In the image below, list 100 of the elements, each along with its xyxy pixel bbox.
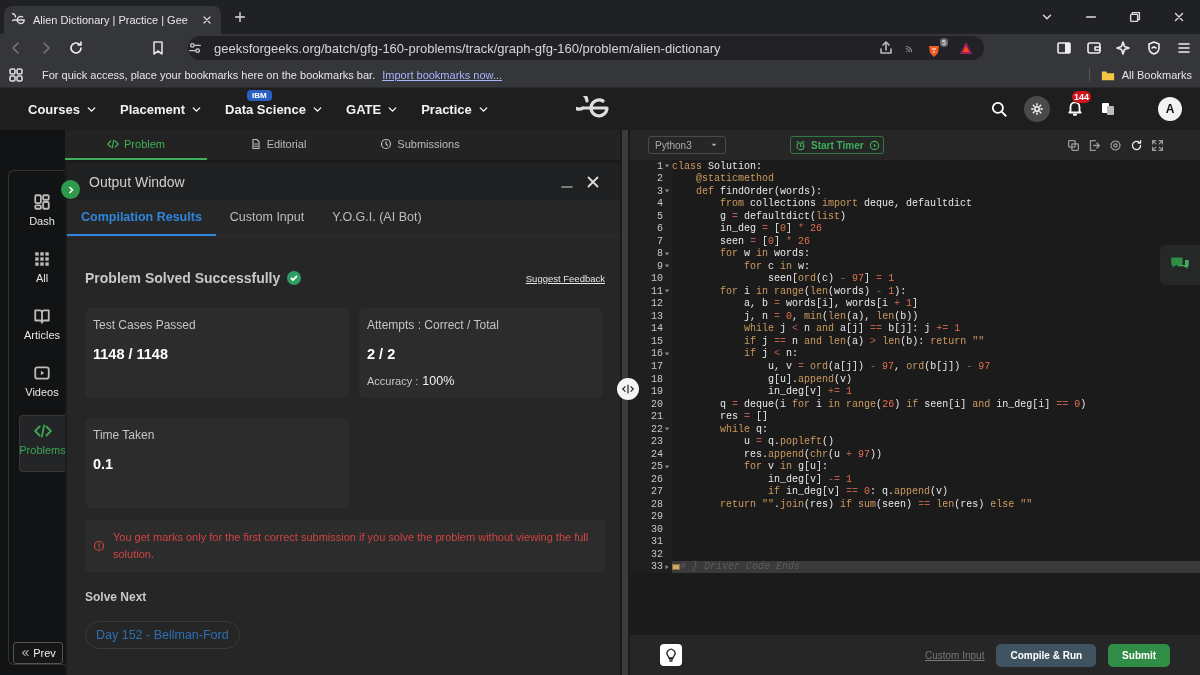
- code-line: if in_deg[v] == 0: q.append(v): [767, 486, 949, 498]
- fold-icon[interactable]: [664, 163, 670, 170]
- fold-marker[interactable]: [672, 563, 680, 570]
- nav-menu[interactable]: GATE: [346, 101, 400, 117]
- line-number: 26: [651, 473, 663, 485]
- line-number: 22: [651, 423, 663, 435]
- vpn-button[interactable]: [1146, 40, 1162, 56]
- code-icon: [107, 138, 119, 150]
- search-button[interactable]: [990, 100, 1008, 118]
- code-line: in_deg[v] += 1: [767, 386, 853, 398]
- copy-icon: [1067, 138, 1080, 152]
- share-icon: [878, 40, 894, 56]
- problem-tab[interactable]: Editorial: [207, 130, 349, 160]
- panel-title: Output Window: [89, 173, 186, 190]
- theme-toggle[interactable]: [1024, 96, 1050, 122]
- import-bookmarks-link[interactable]: Import bookmarks now...: [382, 68, 503, 81]
- restore-button[interactable]: [1128, 10, 1142, 24]
- chat-button[interactable]: [1160, 245, 1200, 285]
- assistant-button[interactable]: [1116, 40, 1132, 56]
- fold-icon[interactable]: [664, 563, 670, 570]
- fold-icon[interactable]: [664, 463, 670, 470]
- notification-count: 144: [1072, 90, 1092, 103]
- language-dropdown[interactable]: Python3: [648, 136, 726, 154]
- sidebar-item[interactable]: Videos: [19, 358, 65, 415]
- apps-icon: [8, 66, 24, 83]
- line-number: 10: [651, 273, 663, 285]
- nav-menu[interactable]: Data Science: [225, 101, 324, 117]
- reset-button[interactable]: [1130, 138, 1143, 152]
- hint-button[interactable]: [660, 644, 682, 666]
- nav-menu[interactable]: Practice: [421, 101, 490, 117]
- line-number: 16: [651, 348, 663, 360]
- wallet-button[interactable]: [1086, 40, 1102, 56]
- menu-button[interactable]: [1176, 40, 1192, 56]
- line-number: 18: [651, 373, 663, 385]
- copy-button[interactable]: [1067, 138, 1080, 152]
- alarm-icon: [795, 139, 806, 151]
- status-message: Problem Solved Successfully: [85, 270, 281, 286]
- sidebar-item[interactable]: All: [19, 244, 65, 301]
- output-tab[interactable]: Custom Input: [215, 200, 319, 236]
- prev-button[interactable]: Prev: [13, 642, 63, 664]
- code-line: from collections import deque, defaultdict: [719, 198, 973, 210]
- code-line: def findOrder(words):: [695, 185, 823, 197]
- line-number: 9: [657, 260, 663, 272]
- stat-label: Attempts : Correct / Total: [367, 318, 500, 332]
- scrollbar[interactable]: [622, 130, 628, 675]
- code-line: for v in g[u]:: [743, 461, 829, 473]
- bookmark-button[interactable]: [150, 40, 166, 56]
- output-tab[interactable]: Compilation Results: [67, 200, 216, 236]
- line-number: 7: [657, 235, 663, 247]
- document-icon: [249, 138, 262, 150]
- section-heading: Solve Next: [85, 590, 148, 604]
- sun-icon: [1030, 102, 1044, 116]
- line-number: 8: [657, 248, 663, 260]
- start-timer-button[interactable]: Start Timer: [790, 136, 884, 154]
- run-button[interactable]: Compile & Run: [996, 643, 1097, 667]
- stat-value: 0.1: [93, 456, 115, 472]
- bookmark-icon: [150, 40, 166, 56]
- dashboard-icon: [33, 193, 51, 211]
- output-tab[interactable]: Y.O.G.I. (AI Bot): [318, 200, 436, 236]
- new-tab-button[interactable]: [232, 10, 247, 24]
- play-icon: [868, 139, 880, 151]
- fold-icon[interactable]: [664, 263, 670, 270]
- code-line: seen = [0] * 26: [719, 235, 811, 247]
- rewards-button[interactable]: [958, 40, 974, 56]
- avatar[interactable]: A: [1158, 97, 1182, 121]
- nav-menu[interactable]: Placement: [120, 101, 204, 117]
- plus-icon: [232, 10, 247, 24]
- sidebar-item[interactable]: Articles: [19, 301, 65, 358]
- reload-button[interactable]: [68, 40, 84, 56]
- fold-icon[interactable]: [664, 288, 670, 295]
- sidebar-item[interactable]: Problems: [19, 415, 65, 472]
- stat-value: 2 / 2: [367, 346, 397, 362]
- problem-tab[interactable]: Problem: [65, 130, 207, 160]
- line-number: 15: [651, 335, 663, 347]
- line-number: 31: [651, 536, 663, 548]
- bookmarks-folder[interactable]: All Bookmarks: [1121, 68, 1192, 81]
- problem-tab[interactable]: Submissions: [349, 130, 491, 160]
- browser-tab[interactable]: Alien Dictionary | Practice | Gee: [4, 6, 221, 34]
- sidebar-item[interactable]: Dash: [19, 187, 65, 244]
- settings-button[interactable]: [1109, 138, 1122, 152]
- submit-button[interactable]: Submit: [1108, 643, 1170, 667]
- fold-icon[interactable]: [664, 188, 670, 195]
- line-number: 4: [657, 198, 663, 210]
- menu-icon: [1176, 40, 1192, 56]
- feedback-link[interactable]: Suggest Feedback: [525, 272, 605, 284]
- apps-button[interactable]: [8, 66, 24, 83]
- translate-button[interactable]: [1100, 101, 1116, 117]
- nav-menu[interactable]: Courses: [28, 101, 99, 117]
- exit-button[interactable]: [1088, 138, 1101, 152]
- fullscreen-button[interactable]: [1151, 138, 1164, 152]
- line-number: 6: [657, 223, 663, 235]
- line-number: 2: [657, 173, 663, 185]
- fold-icon[interactable]: [664, 351, 670, 357]
- fold-icon[interactable]: [664, 250, 670, 257]
- close-window-button[interactable]: [1172, 10, 1186, 24]
- line-number: 25: [651, 461, 663, 473]
- code-line: g = defaultdict(list): [719, 210, 847, 222]
- fold-icon[interactable]: [664, 426, 670, 433]
- code-line: a, b = words[i], words[i + 1]: [743, 298, 919, 310]
- sidebar-button[interactable]: [1056, 40, 1072, 56]
